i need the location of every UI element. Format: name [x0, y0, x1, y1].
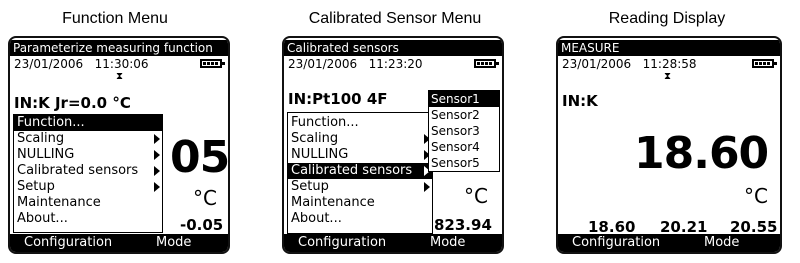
submenu-arrow-icon — [154, 166, 160, 176]
sensor-option[interactable]: Sensor5 — [429, 155, 499, 171]
menu-item-nulling[interactable]: NULLING — [14, 147, 162, 163]
reading-display-caption: Reading Display — [608, 10, 726, 27]
menu-item-maintenance[interactable]: Maintenance — [288, 195, 432, 211]
date: 23/01/2006 — [14, 57, 84, 71]
datetime: 23/01/2006 11:30:06 — [14, 57, 149, 71]
softkey-bar: Configuration Mode — [10, 234, 228, 252]
input-channel: IN:K Jr=0.0 °C — [14, 94, 131, 112]
submenu-arrow-icon — [154, 150, 160, 160]
configuration-softkey[interactable]: Configuration — [298, 234, 386, 252]
calibrated-sensor-menu-caption: Calibrated Sensor Menu — [308, 10, 482, 27]
menu-item-calibrated-sensors[interactable]: Calibrated sensors — [288, 163, 432, 179]
softkey-bar: Configuration Mode — [284, 234, 502, 252]
sensor-option[interactable]: Sensor2 — [429, 107, 499, 123]
battery-icon — [752, 59, 777, 68]
configuration-softkey[interactable]: Configuration — [24, 234, 112, 252]
menu-item-calibrated-sensors[interactable]: Calibrated sensors — [14, 163, 162, 179]
mode-softkey[interactable]: Mode — [430, 234, 465, 252]
menu-item-scaling[interactable]: Scaling — [288, 131, 432, 147]
screen-title: MEASURE — [558, 40, 780, 56]
sensor-option[interactable]: Sensor4 — [429, 139, 499, 155]
sensor-option[interactable]: Sensor1 — [429, 91, 499, 107]
function-menu-caption: Function Menu — [62, 10, 168, 27]
screen-title: Calibrated sensors — [284, 40, 502, 56]
menu-item-about[interactable]: About... — [288, 211, 432, 227]
menu-item-setup[interactable]: Setup — [288, 179, 432, 195]
datetime: 23/01/2006 11:23:20 — [288, 57, 423, 71]
hourglass-icon: ⧗ — [664, 71, 672, 82]
submenu-arrow-icon — [154, 182, 160, 192]
unit-label: °C — [744, 184, 768, 208]
time: 11:23:20 — [368, 57, 423, 71]
unit-label: °C — [193, 186, 217, 210]
time: 11:30:06 — [94, 57, 149, 71]
configuration-softkey[interactable]: Configuration — [572, 234, 660, 252]
secondary-reading: -0.05 — [180, 216, 224, 234]
function-menu-screen: Parameterize measuring function 23/01/20… — [8, 36, 230, 254]
function-menu: Function... Scaling NULLING Calibrated s… — [287, 112, 433, 234]
menu-item-nulling[interactable]: NULLING — [288, 147, 432, 163]
screen-title: Parameterize measuring function — [10, 40, 228, 56]
main-reading: 05 — [170, 132, 230, 183]
mode-softkey[interactable]: Mode — [704, 234, 739, 252]
battery-icon — [474, 59, 499, 68]
menu-item-function[interactable]: Function... — [14, 115, 162, 131]
menu-item-setup[interactable]: Setup — [14, 179, 162, 195]
unit-label: °C — [464, 184, 488, 208]
date: 23/01/2006 — [288, 57, 358, 71]
battery-icon — [200, 59, 225, 68]
time: 11:28:58 — [642, 57, 697, 71]
secondary-reading: 823.94 — [434, 216, 492, 234]
menu-item-maintenance[interactable]: Maintenance — [14, 195, 162, 211]
softkey-bar: Configuration Mode — [558, 234, 780, 252]
submenu-arrow-icon — [154, 134, 160, 144]
calibrated-sensor-screen: Calibrated sensors 23/01/2006 11:23:20 I… — [282, 36, 504, 254]
datetime: 23/01/2006 11:28:58 — [562, 57, 697, 71]
sensor-option[interactable]: Sensor3 — [429, 123, 499, 139]
menu-item-scaling[interactable]: Scaling — [14, 131, 162, 147]
main-reading: 18.60 — [634, 128, 769, 179]
input-channel: IN:K — [562, 92, 598, 110]
input-channel: IN:Pt100 4F — [288, 90, 388, 108]
hourglass-icon: ⧗ — [116, 71, 124, 82]
function-menu: Function... Scaling NULLING Calibrated s… — [13, 114, 163, 233]
submenu-arrow-icon — [424, 182, 430, 192]
menu-item-about[interactable]: About... — [14, 211, 162, 227]
mode-softkey[interactable]: Mode — [156, 234, 191, 252]
sensor-submenu: Sensor1 Sensor2 Sensor3 Sensor4 Sensor5 — [428, 90, 500, 172]
date: 23/01/2006 — [562, 57, 632, 71]
menu-item-function[interactable]: Function... — [288, 115, 432, 131]
reading-display-screen: MEASURE 23/01/2006 11:28:58 ⧗ IN:K 18.60… — [556, 36, 782, 254]
